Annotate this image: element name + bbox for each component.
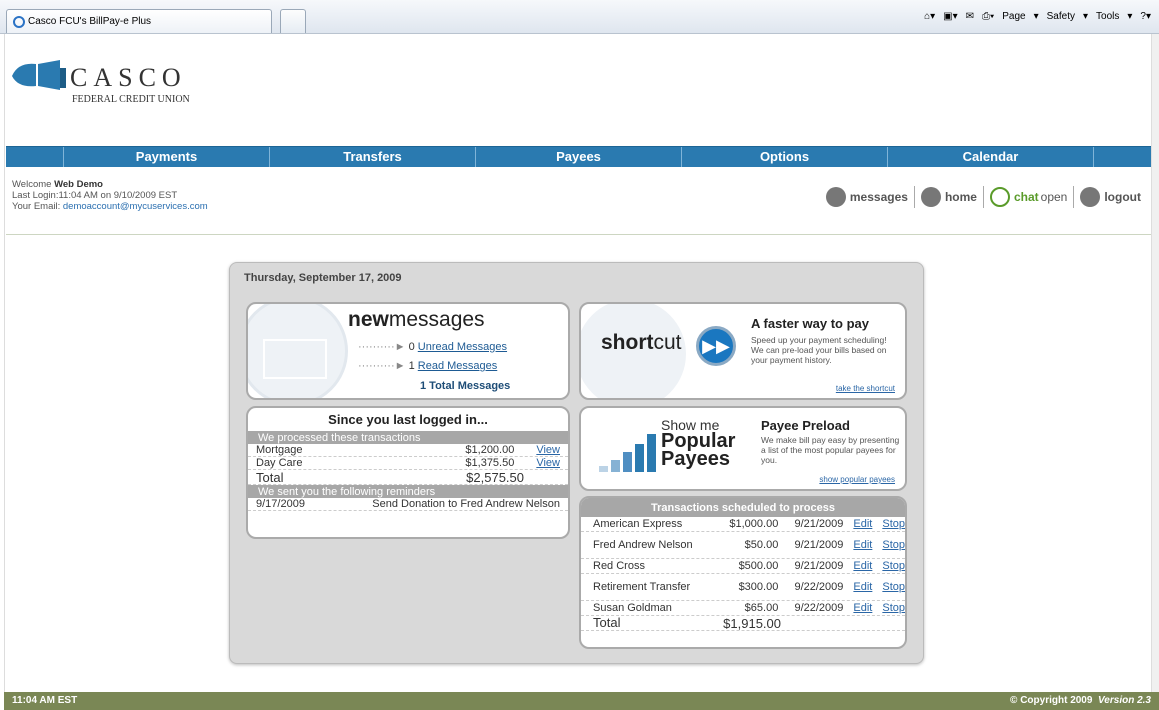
messages-label: messages: [849, 190, 908, 204]
logout-icon: [1080, 187, 1101, 207]
nav-options[interactable]: Options: [682, 147, 888, 167]
stop-link[interactable]: Stop: [882, 602, 905, 614]
logout-link[interactable]: logout: [1074, 186, 1147, 208]
scheduled-row: Fred Andrew Nelson $50.00 9/21/2009 Edit Sto…: [581, 532, 905, 559]
stop-link[interactable]: Stop: [882, 560, 905, 572]
messages-title: newmessages: [348, 308, 485, 331]
quick-links: messages home chat open logout: [820, 186, 1147, 208]
email-link[interactable]: demoaccount@mycuservices.com: [63, 201, 208, 212]
processed-header: We processed these transactions: [248, 431, 568, 444]
bar-graph-icon: [599, 434, 659, 472]
reminder-row: 9/17/2009 Send Donation to Fred Andrew Ne…: [248, 498, 568, 511]
command-bar: ⌂▾ ▣▾ ✉ ⎙▾ Page ▾ Safety ▾ Tools ▾ ?▾: [924, 11, 1151, 22]
edit-link[interactable]: Edit: [853, 602, 872, 614]
home-icon[interactable]: ⌂▾: [924, 11, 935, 22]
tab-title: Casco FCU's BillPay-e Plus: [28, 16, 152, 27]
home-link[interactable]: home: [915, 186, 984, 208]
scheduled-header: Transactions scheduled to process: [581, 498, 905, 517]
new-tab-button[interactable]: [280, 9, 306, 33]
mail-icon[interactable]: ✉: [966, 11, 974, 22]
since-title: Since you last logged in...: [328, 412, 488, 427]
since-last-login-card: Since you last logged in... We processed…: [246, 406, 570, 539]
ie-icon: [13, 15, 25, 28]
scheduled-row: Retirement Transfer $300.00 9/22/2009 Edit S…: [581, 574, 905, 601]
dashboard-panel: Thursday, September 17, 2009 newmessages…: [229, 262, 924, 664]
divider: [6, 234, 1151, 235]
messages-card: newmessages ··········► 0 Unread Message…: [246, 302, 570, 400]
scheduled-row: American Express $1,000.00 9/21/2009 Edit St…: [581, 517, 905, 532]
logo-sub: FEDERAL CREDIT UNION: [72, 94, 190, 104]
payee-preload-card: Show me Popular Payees Payee Preload We m…: [579, 406, 907, 491]
scheduled-row: Susan Goldman $65.00 9/22/2009 Edit Stop: [581, 601, 905, 616]
nav-payments[interactable]: Payments: [64, 147, 270, 167]
status-footer: 11:04 AM EST © Copyright 2009 Version 2.…: [4, 692, 1159, 710]
print-icon[interactable]: ⎙▾: [982, 11, 994, 22]
help-icon[interactable]: ?▾: [1140, 11, 1151, 22]
edit-link[interactable]: Edit: [853, 560, 872, 572]
popular-payees-logo: Popular Payees: [661, 430, 736, 470]
logo-name: CASCO: [70, 63, 187, 92]
menu-safety[interactable]: Safety: [1047, 11, 1075, 22]
footer-copyright: © Copyright 2009 Version 2.3: [1010, 695, 1151, 706]
view-link[interactable]: View: [536, 444, 560, 456]
reminders-header: We sent you the following reminders: [248, 485, 568, 498]
chat-link[interactable]: chat open: [984, 186, 1075, 208]
unread-messages-link[interactable]: Unread Messages: [418, 341, 507, 353]
footer-time: 11:04 AM EST: [12, 695, 78, 706]
feeds-icon[interactable]: ▣▾: [943, 11, 957, 22]
preload-title: Payee Preload: [761, 418, 850, 433]
stop-link[interactable]: Stop: [882, 518, 905, 530]
transaction-row: Day Care $1,375.50 View: [248, 457, 568, 470]
chat-icon: [989, 187, 1010, 207]
welcome-prefix: Welcome: [12, 179, 52, 190]
nav-payees[interactable]: Payees: [476, 147, 682, 167]
edit-link[interactable]: Edit: [853, 518, 872, 530]
scheduled-row: Red Cross $500.00 9/21/2009 Edit Stop: [581, 559, 905, 574]
chat-status: open: [1040, 190, 1068, 204]
stop-link[interactable]: Stop: [882, 581, 905, 593]
main-nav: Payments Transfers Payees Options Calend…: [6, 146, 1151, 167]
edit-link[interactable]: Edit: [853, 581, 872, 593]
logout-label: logout: [1104, 190, 1141, 204]
menu-page[interactable]: Page: [1002, 11, 1025, 22]
scheduled-total-row: Total $1,915.00: [581, 616, 905, 631]
show-popular-payees-link[interactable]: show popular payees: [819, 475, 895, 484]
shortcut-title: A faster way to pay: [751, 316, 870, 331]
shortcut-logo: shortcut: [601, 331, 682, 354]
menu-tools[interactable]: Tools: [1096, 11, 1119, 22]
current-date: Thursday, September 17, 2009: [244, 272, 402, 284]
messages-link[interactable]: messages: [820, 186, 915, 208]
read-messages-link[interactable]: Read Messages: [418, 360, 498, 372]
email-label: Your Email:: [12, 201, 61, 212]
nav-transfers[interactable]: Transfers: [270, 147, 476, 167]
preload-text: We make bill pay easy by presenting a li…: [761, 435, 900, 465]
welcome-block: Welcome Web Demo Last Login:11:04 AM on …: [12, 179, 208, 212]
home-icon: [920, 187, 941, 207]
fast-forward-icon[interactable]: ▶▶: [696, 326, 736, 366]
take-shortcut-link[interactable]: take the shortcut: [836, 384, 895, 393]
messages-icon: [825, 187, 846, 207]
view-link[interactable]: View: [536, 457, 560, 469]
last-login: Last Login:11:04 AM on 9/10/2009 EST: [12, 190, 178, 201]
nav-calendar[interactable]: Calendar: [888, 147, 1094, 167]
home-label: home: [944, 190, 977, 204]
envelope-icon: [248, 304, 348, 398]
edit-link[interactable]: Edit: [853, 539, 872, 551]
scrollbar[interactable]: [1151, 34, 1159, 692]
casco-logo[interactable]: CASCO FEDERAL CREDIT UNION: [8, 34, 218, 105]
scheduled-transactions-card: Transactions scheduled to process Americ…: [579, 496, 907, 649]
shortcut-card: shortcut ▶▶ A faster way to pay Speed up…: [579, 302, 907, 400]
total-row: Total $2,575.50: [248, 470, 568, 485]
total-messages: 1 Total Messages: [420, 380, 511, 392]
browser-toolbar: Casco FCU's BillPay-e Plus ⌂▾ ▣▾ ✉ ⎙▾ Pa…: [0, 0, 1159, 34]
chat-label: chat: [1013, 190, 1039, 204]
transaction-row: Mortgage $1,200.00 View: [248, 444, 568, 457]
shortcut-text: Speed up your payment scheduling! We can…: [751, 335, 887, 365]
user-name: Web Demo: [54, 179, 103, 190]
browser-tab[interactable]: Casco FCU's BillPay-e Plus: [6, 9, 272, 33]
stop-link[interactable]: Stop: [882, 539, 905, 551]
